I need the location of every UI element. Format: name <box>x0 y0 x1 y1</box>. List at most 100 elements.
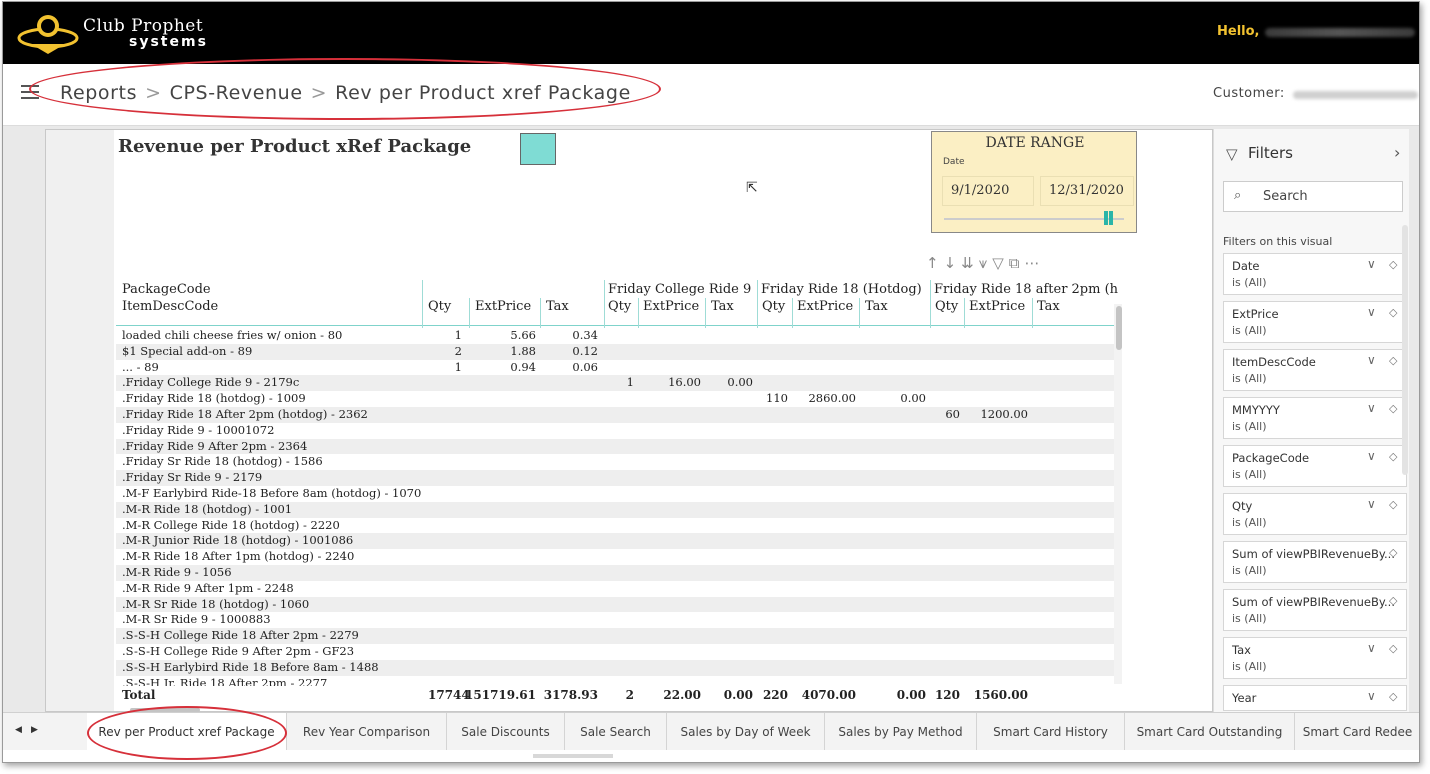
tab-page[interactable]: Smart Card Outstanding <box>1125 713 1295 751</box>
table-row[interactable]: .M-R Ride 9 After 1pm - 2248 <box>116 580 1116 597</box>
table-row[interactable]: .M-R Ride 18 (hotdog) - 1001 <box>116 501 1116 518</box>
tab-scroll-left-icon[interactable]: ◀ <box>15 725 22 735</box>
table-row[interactable]: .M-R Junior Ride 18 (hotdog) - 1001086 <box>116 533 1116 550</box>
filter-card[interactable]: Qty is (All) ∨ ◇ <box>1223 493 1407 535</box>
breadcrumb-reports[interactable]: Reports <box>60 82 137 104</box>
filter-card[interactable]: PackageCode is (All) ∨ ◇ <box>1223 445 1407 487</box>
tab-page[interactable]: Rev Year Comparison <box>287 713 447 751</box>
table-row[interactable]: .Friday Sr Ride 9 - 2179 <box>116 470 1116 486</box>
table-row[interactable]: .Friday Ride 18 After 2pm (hotdog) - 236… <box>116 406 1116 423</box>
table-row[interactable]: .S-S-H Earlybird Ride 18 Before 8am - 14… <box>116 659 1116 676</box>
clear-filter-icon[interactable]: ◇ <box>1389 450 1397 463</box>
table-row[interactable]: .Friday Sr Ride 18 (hotdog) - 1586 <box>116 454 1116 471</box>
chevron-down-icon[interactable]: ∨ <box>1367 257 1376 271</box>
chevron-down-icon[interactable]: ∨ <box>1367 305 1376 319</box>
column-header-tax[interactable]: Tax <box>865 299 888 314</box>
drill-icon[interactable]: ⩛ <box>979 254 992 272</box>
row-header-item-desc-code[interactable]: ItemDescCode <box>122 299 218 314</box>
page-horizontal-scrollbar[interactable] <box>533 754 613 758</box>
expand-all-icon[interactable]: ⇊ <box>961 254 979 272</box>
filter-card[interactable]: ExtPrice is (All) ∨ ◇ <box>1223 301 1407 343</box>
clear-filter-icon[interactable]: ◇ <box>1389 306 1397 319</box>
column-group-header[interactable]: Friday College Ride 9 <box>608 282 751 297</box>
menu-icon[interactable] <box>21 85 39 99</box>
table-row[interactable]: .Friday Ride 9 - 10001072 <box>116 422 1116 439</box>
sort-ascending-icon[interactable]: ↑ <box>926 254 944 272</box>
column-header-qty[interactable]: Qty <box>608 299 631 314</box>
table-row[interactable]: .Friday Ride 18 (hotdog) - 1009 110 2860.0… <box>116 391 1116 407</box>
club-prophet-logo[interactable]: Club Prophet systems <box>17 8 247 58</box>
chevron-down-icon[interactable]: ∨ <box>1367 353 1376 367</box>
table-row[interactable]: .Friday Ride 9 After 2pm - 2364 <box>116 438 1116 455</box>
column-header-tax[interactable]: Tax <box>546 299 569 314</box>
column-header-qty[interactable]: Qty <box>762 299 785 314</box>
clear-filter-icon[interactable]: ◇ <box>1389 594 1397 607</box>
sort-descending-icon[interactable]: ↓ <box>944 254 962 272</box>
column-header-extprice[interactable]: ExtPrice <box>475 299 531 314</box>
filter-card[interactable]: ItemDescCode is (All) ∨ ◇ <box>1223 349 1407 391</box>
column-header-extprice[interactable]: ExtPrice <box>797 299 853 314</box>
clear-filter-icon[interactable]: ◇ <box>1389 690 1397 703</box>
filters-search-input[interactable]: ⌕ Search <box>1223 181 1403 212</box>
chevron-down-icon[interactable]: ∨ <box>1367 449 1376 463</box>
focus-mode-icon[interactable]: ⧉ <box>1009 254 1025 272</box>
column-header-tax[interactable]: Tax <box>1037 299 1060 314</box>
more-options-icon[interactable]: ⋯ <box>1024 254 1044 272</box>
table-row[interactable]: .M-F Earlybird Ride-18 Before 8am (hotdo… <box>116 485 1116 502</box>
table-row[interactable]: $1 Special add-on - 89 2 1.88 0.12 <box>116 343 1116 360</box>
filter-card[interactable]: Sum of viewPBIRevenueBy... is (All) ◇ <box>1223 589 1407 631</box>
table-row[interactable]: .M-R College Ride 18 (hotdog) - 2220 <box>116 517 1116 534</box>
tab-page[interactable]: Sale Discounts <box>447 713 565 751</box>
table-vertical-scrollbar[interactable] <box>1114 304 1122 684</box>
chevron-down-icon[interactable]: ∨ <box>1367 689 1376 703</box>
clear-filter-icon[interactable]: ◇ <box>1389 498 1397 511</box>
table-row[interactable]: .M-R Ride 9 - 1056 <box>116 564 1116 581</box>
table-row[interactable]: .S-S-H College Ride 9 After 2pm - GF23 <box>116 643 1116 660</box>
clear-filter-icon[interactable]: ◇ <box>1389 642 1397 655</box>
column-header-extprice[interactable]: ExtPrice <box>969 299 1025 314</box>
tab-page[interactable]: Sale Search <box>565 713 667 751</box>
breadcrumb-cps-revenue[interactable]: CPS-Revenue <box>170 82 303 104</box>
clear-filter-icon[interactable]: ◇ <box>1389 354 1397 367</box>
row-header-package-code[interactable]: PackageCode <box>122 282 211 297</box>
table-row[interactable]: ... - 89 1 0.94 0.06 <box>116 359 1116 376</box>
clear-filter-icon[interactable]: ◇ <box>1389 546 1397 559</box>
column-header-extprice[interactable]: ExtPrice <box>643 299 699 314</box>
clear-filter-icon[interactable]: ◇ <box>1389 402 1397 415</box>
clear-filter-icon[interactable]: ◇ <box>1389 258 1397 271</box>
table-row[interactable]: .M-R Sr Ride 9 - 1000883 <box>116 612 1116 629</box>
filter-card[interactable]: MMYYYY is (All) ∨ ◇ <box>1223 397 1407 439</box>
chevron-down-icon[interactable]: ∨ <box>1367 641 1376 655</box>
tab-page[interactable]: Sales by Day of Week <box>667 713 825 751</box>
chevron-right-icon[interactable]: › <box>1394 143 1400 162</box>
filter-card[interactable]: Tax is (All) ∨ ◇ <box>1223 637 1407 679</box>
date-slider-track[interactable] <box>944 218 1124 220</box>
table-row[interactable]: loaded chili cheese fries w/ onion - 80 1… <box>116 328 1116 344</box>
filters-scrollbar[interactable] <box>1402 225 1408 475</box>
filter-card[interactable]: Year ∨ ◇ <box>1223 685 1407 711</box>
tab-page[interactable]: Rev per Product xref Package <box>87 713 287 751</box>
column-group-header[interactable]: Friday Ride 18 after 2pm (h <box>934 282 1118 297</box>
column-group-header[interactable]: Friday Ride 18 (Hotdog) <box>761 282 922 297</box>
tab-page[interactable]: Sales by Pay Method <box>825 713 977 751</box>
column-header-qty[interactable]: Qty <box>935 299 958 314</box>
table-row[interactable]: .S-S-H College Ride 18 After 2pm - 2279 <box>116 628 1116 644</box>
filter-card[interactable]: Sum of viewPBIRevenueBy... is (All) ◇ <box>1223 541 1407 583</box>
tab-page[interactable]: Smart Card Redee <box>1295 713 1419 751</box>
user-greeting[interactable]: Hello, <box>1217 24 1259 39</box>
table-row[interactable]: .Friday College Ride 9 - 2179c 1 16.00 0.00 <box>116 375 1116 392</box>
column-header-qty[interactable]: Qty <box>428 299 451 314</box>
filter-card[interactable]: Date is (All) ∨ ◇ <box>1223 253 1407 295</box>
chevron-down-icon[interactable]: ∨ <box>1367 497 1376 511</box>
tab-page[interactable]: Smart Card History <box>977 713 1125 751</box>
filter-icon[interactable]: ▽ <box>992 254 1009 272</box>
date-from-input[interactable]: 9/1/2020 <box>942 176 1034 206</box>
chevron-down-icon[interactable]: ∨ <box>1367 401 1376 415</box>
tab-scroll-right-icon[interactable]: ▶ <box>31 725 38 735</box>
table-vertical-scroll-thumb[interactable] <box>1116 306 1122 350</box>
table-row[interactable]: .M-R Sr Ride 18 (hotdog) - 1060 <box>116 596 1116 613</box>
table-row[interactable]: .M-R Ride 18 After 1pm (hotdog) - 2240 <box>116 549 1116 565</box>
date-slider-handle[interactable] <box>1104 211 1108 225</box>
column-header-tax[interactable]: Tax <box>711 299 734 314</box>
date-to-input[interactable]: 12/31/2020 <box>1040 176 1134 206</box>
